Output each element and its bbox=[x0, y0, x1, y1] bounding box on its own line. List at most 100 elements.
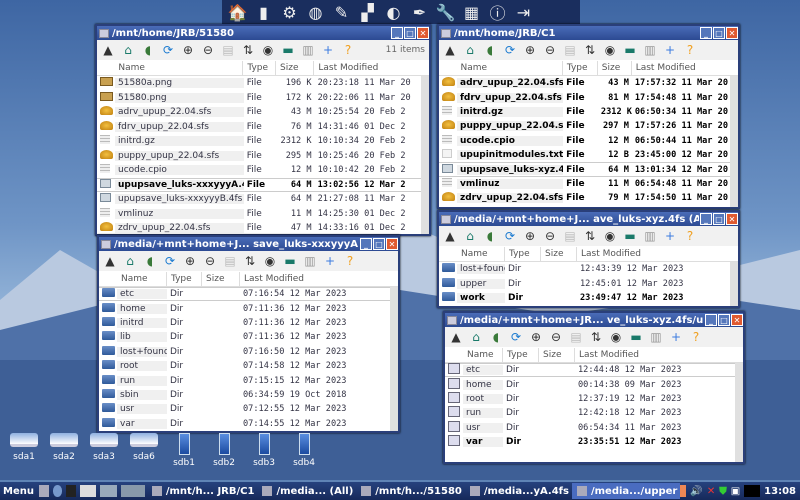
file-row[interactable]: fdrv_upup_22.04.sfs File 81 M 17:54:48 11 M… bbox=[439, 90, 738, 104]
cpu-monitor-icon[interactable] bbox=[744, 485, 761, 497]
file-row[interactable]: etc Dir 07:16:54 12 Mar 2023 bbox=[99, 287, 398, 302]
gear-icon[interactable]: ⚙ bbox=[278, 1, 301, 23]
vertical-scrollbar[interactable] bbox=[390, 287, 398, 431]
back-icon[interactable]: ◖ bbox=[140, 43, 156, 57]
close-button[interactable]: ✕ bbox=[726, 213, 738, 225]
firewall-icon[interactable]: ⛊ bbox=[719, 486, 727, 497]
file-row[interactable]: upupinitmodules.txt File 12 B 23:45:00 12 M… bbox=[439, 148, 738, 162]
sort-icon[interactable]: ⇅ bbox=[240, 43, 256, 57]
vertical-scrollbar[interactable] bbox=[730, 76, 738, 207]
show-hidden-icon[interactable]: ◉ bbox=[260, 43, 276, 57]
zoom-out-icon[interactable]: ⊖ bbox=[542, 43, 558, 57]
file-row[interactable]: usr Dir 07:12:55 12 Mar 2023 bbox=[99, 402, 398, 416]
drive-icon-sda2[interactable]: sda2 bbox=[44, 433, 84, 462]
desktop-1-icon[interactable] bbox=[80, 485, 97, 497]
title-bar[interactable]: /media/+mnt+home+JR... ve_luks-xyz.4fs/u… bbox=[445, 313, 743, 327]
file-row[interactable]: lost+found Dir 07:16:50 12 Mar 2023 bbox=[99, 345, 398, 359]
file-row[interactable]: 51580a.png File 196 K 20:23:18 11 Mar 20 bbox=[97, 76, 429, 91]
tools-icon[interactable]: 🔧 bbox=[434, 1, 457, 23]
battery-icon[interactable] bbox=[680, 485, 687, 497]
close-button[interactable]: ✕ bbox=[417, 27, 429, 39]
list-view-icon[interactable]: ▤ bbox=[222, 254, 238, 268]
close-button[interactable]: ✕ bbox=[726, 27, 738, 39]
save-icon[interactable]: ▣ bbox=[731, 486, 740, 497]
zoom-in-icon[interactable]: ⊕ bbox=[522, 229, 538, 243]
column-header-name[interactable]: Name bbox=[117, 271, 167, 286]
up-icon[interactable]: ▲ bbox=[102, 254, 118, 268]
new-item-icon[interactable]: + bbox=[662, 229, 678, 243]
help-icon[interactable]: ? bbox=[688, 330, 704, 344]
file-row[interactable]: run Dir 12:42:18 12 Mar 2023 bbox=[445, 406, 743, 420]
drive-icon-sdb1[interactable]: sdb1 bbox=[164, 433, 204, 468]
column-header-name[interactable]: Name bbox=[457, 246, 505, 261]
file-row[interactable]: vmlinuz File 11 M 06:54:48 11 Mar 20 bbox=[439, 177, 738, 191]
sort-icon[interactable]: ⇅ bbox=[242, 254, 258, 268]
file-row[interactable]: puppy_upup_22.04.sfs File 297 M 17:57:26 11… bbox=[439, 119, 738, 133]
file-row[interactable]: lost+found Dir 12:43:39 12 Mar 2023 bbox=[439, 262, 738, 276]
home-icon[interactable]: ⌂ bbox=[462, 43, 478, 57]
clock[interactable]: 13:08 bbox=[764, 486, 796, 497]
title-bar[interactable]: /media/+mnt+home+J... ave_luks-xyz.4fs (… bbox=[439, 212, 738, 226]
desktop-2-icon[interactable] bbox=[100, 485, 117, 497]
show-hidden-icon[interactable]: ◉ bbox=[262, 254, 278, 268]
vertical-scrollbar[interactable] bbox=[421, 76, 429, 234]
up-icon[interactable]: ▲ bbox=[448, 330, 464, 344]
maximize-button[interactable]: □ bbox=[718, 314, 730, 326]
new-item-icon[interactable]: + bbox=[322, 254, 338, 268]
drive-icon-sda6[interactable]: sda6 bbox=[124, 433, 164, 462]
drive-icon-sda1[interactable]: sda1 bbox=[4, 433, 44, 462]
globe-icon[interactable]: ◍ bbox=[304, 1, 327, 23]
column-header-type[interactable]: Type bbox=[243, 60, 276, 75]
browser-icon[interactable] bbox=[52, 485, 63, 497]
list-view-icon[interactable]: ▤ bbox=[562, 229, 578, 243]
maximize-button[interactable]: □ bbox=[404, 27, 416, 39]
new-item-icon[interactable]: + bbox=[662, 43, 678, 57]
up-icon[interactable]: ▲ bbox=[100, 43, 116, 57]
column-header-size[interactable]: Size bbox=[276, 60, 315, 75]
taskbar-task[interactable]: /mnt/h... JRB/C1 bbox=[147, 483, 258, 499]
drive-icon-sda3[interactable]: sda3 bbox=[84, 433, 124, 462]
refresh-icon[interactable]: ⟳ bbox=[160, 43, 176, 57]
file-row[interactable]: root Dir 12:37:19 12 Mar 2023 bbox=[445, 391, 743, 406]
refresh-icon[interactable]: ⟳ bbox=[502, 229, 518, 243]
home-icon[interactable]: ⌂ bbox=[122, 254, 138, 268]
file-row[interactable]: initrd.gz File 2312 K 10:10:34 20 Feb 2 bbox=[97, 134, 429, 149]
zoom-out-icon[interactable]: ⊖ bbox=[202, 254, 218, 268]
file-row[interactable]: puppy_upup_22.04.sfs File 295 M 10:25:46 20… bbox=[97, 149, 429, 164]
file-row[interactable]: initrd.gz File 2312 K 06:50:34 11 Mar 20 bbox=[439, 105, 738, 119]
show-hidden-icon[interactable]: ◉ bbox=[608, 330, 624, 344]
column-header-name[interactable]: Name bbox=[114, 60, 244, 75]
home-icon[interactable]: ⌂ bbox=[120, 43, 136, 57]
title-bar[interactable]: /mnt/home/JRB/51580 _ □ ✕ bbox=[97, 26, 429, 40]
file-row[interactable]: run Dir 07:15:15 12 Mar 2023 bbox=[99, 373, 398, 387]
file-row[interactable]: vmlinuz File 11 M 14:25:30 01 Dec 2 bbox=[97, 207, 429, 222]
drive-icon-sdb4[interactable]: sdb4 bbox=[284, 433, 324, 468]
help-icon[interactable]: ? bbox=[682, 229, 698, 243]
refresh-icon[interactable]: ⟳ bbox=[508, 330, 524, 344]
column-header-type[interactable]: Type bbox=[503, 347, 539, 362]
column-header-last-modified[interactable]: Last Modified bbox=[314, 61, 429, 75]
file-row[interactable]: ucode.cpio File 12 M 06:50:44 11 Mar 20 bbox=[439, 134, 738, 148]
details-view-icon[interactable]: ▥ bbox=[300, 43, 316, 57]
column-header-size[interactable]: Size bbox=[539, 347, 575, 362]
terminal-icon[interactable] bbox=[66, 485, 77, 497]
title-bar[interactable]: /mnt/home/JRB/C1 _ □ ✕ bbox=[439, 26, 738, 40]
sort-icon[interactable]: ⇅ bbox=[582, 43, 598, 57]
column-header-name[interactable]: Name bbox=[457, 60, 563, 75]
details-view-icon[interactable]: ▥ bbox=[302, 254, 318, 268]
back-icon[interactable]: ◖ bbox=[488, 330, 504, 344]
maximize-button[interactable]: □ bbox=[713, 27, 725, 39]
column-header-type[interactable]: Type bbox=[563, 60, 598, 75]
column-header-last-modified[interactable]: Last Modified bbox=[240, 272, 390, 286]
minimize-button[interactable]: _ bbox=[360, 238, 372, 250]
zoom-in-icon[interactable]: ⊕ bbox=[528, 330, 544, 344]
file-row[interactable]: var Dir 07:14:55 12 Mar 2023 bbox=[99, 417, 398, 431]
new-folder-icon[interactable]: ▬ bbox=[280, 43, 296, 57]
taskbar-task[interactable]: /media... (All) bbox=[257, 483, 356, 499]
column-header-name[interactable]: Name bbox=[463, 347, 503, 362]
volume-icon[interactable]: 🔊 bbox=[690, 486, 702, 497]
close-button[interactable]: ✕ bbox=[731, 314, 743, 326]
file-row[interactable]: etc Dir 12:44:48 12 Mar 2023 bbox=[445, 363, 743, 378]
info-icon[interactable]: ⓘ bbox=[486, 1, 509, 23]
title-bar[interactable]: /media/+mnt+home+J... save_luks-xxxyyyA.… bbox=[99, 237, 398, 251]
